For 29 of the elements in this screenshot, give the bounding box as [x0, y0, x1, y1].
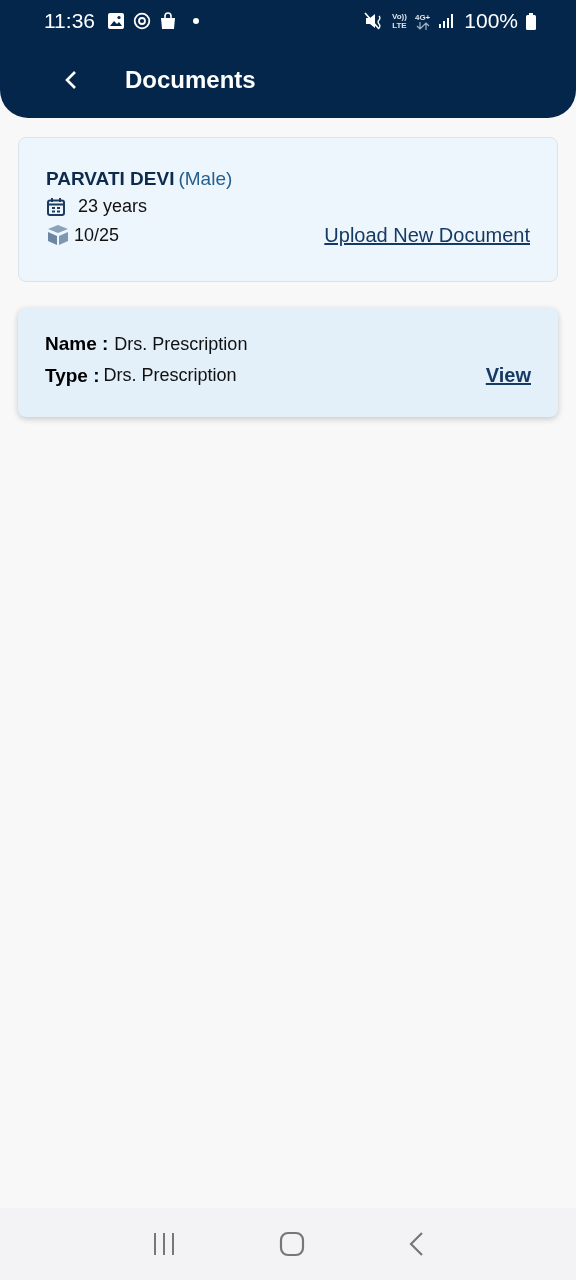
mute-icon: [363, 12, 384, 30]
gallery-icon: [107, 12, 125, 30]
screen-title: Documents: [125, 66, 256, 94]
document-count: 10/25: [74, 224, 120, 246]
battery-percent: 100%: [464, 9, 518, 33]
upload-document-link[interactable]: Upload New Document: [324, 223, 530, 247]
notification-dot-icon: [193, 18, 199, 24]
home-icon[interactable]: [279, 1231, 305, 1257]
view-link[interactable]: View: [485, 364, 531, 387]
recent-apps-icon[interactable]: [151, 1232, 176, 1256]
patient-name: PARVATI DEVI: [46, 168, 175, 190]
signal-icon: [438, 13, 455, 29]
calendar-icon: [46, 196, 66, 217]
back-nav-icon[interactable]: [408, 1231, 425, 1257]
status-time: 11:36: [44, 9, 95, 33]
type-label: Type :: [45, 364, 100, 387]
volte-label: Vo)): [391, 12, 407, 21]
lte-label: LTE: [392, 21, 407, 30]
document-name: Drs. Prescription: [114, 333, 248, 355]
patient-age: 23 years: [78, 196, 148, 217]
battery-icon: [526, 12, 536, 30]
box-icon: [46, 223, 70, 247]
patient-gender: (Male): [178, 168, 233, 190]
back-icon[interactable]: [64, 69, 78, 91]
document-type: Drs. Prescription: [103, 365, 237, 386]
network-label: 4G+: [414, 12, 431, 22]
data-arrows-icon: [415, 21, 430, 30]
shopping-bag-icon: [159, 12, 177, 30]
name-label: Name :: [45, 333, 109, 355]
